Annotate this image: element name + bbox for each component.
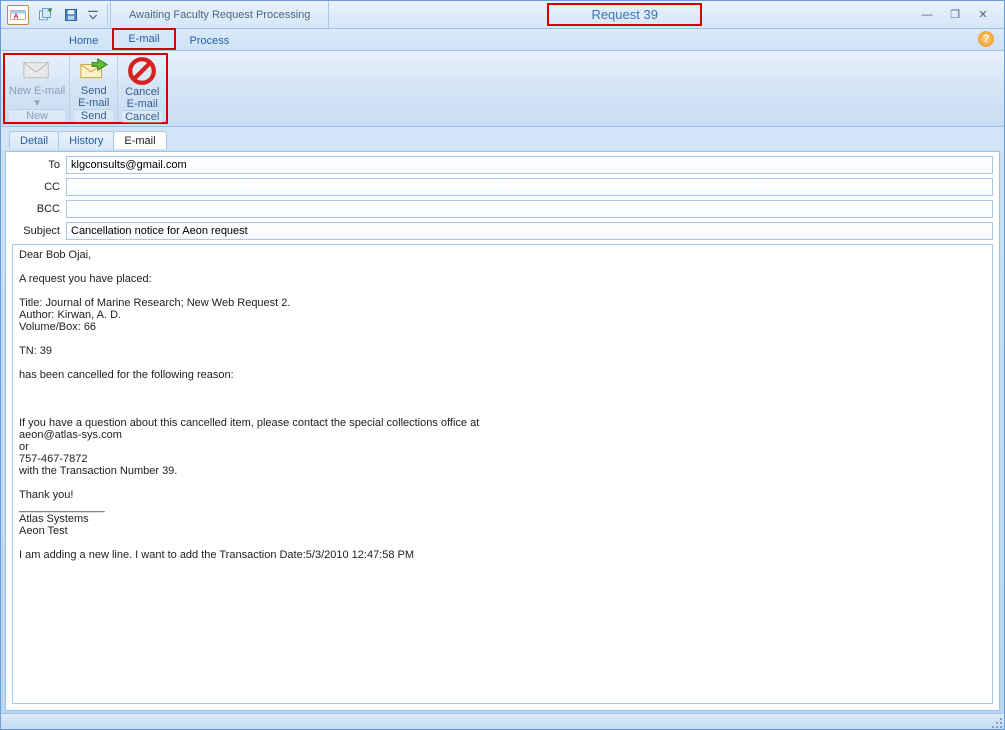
- clone-icon: [37, 7, 53, 23]
- row-to: To: [12, 156, 993, 174]
- quick-access-toolbar: A: [1, 5, 105, 25]
- app-window: A: [0, 0, 1005, 730]
- window-title: Request 39: [547, 3, 702, 26]
- window-title-area: Request 39: [329, 3, 920, 26]
- email-body[interactable]: Dear Bob Ojai, A request you have placed…: [12, 244, 993, 704]
- qat-dropdown-button[interactable]: [87, 5, 99, 25]
- tab-history[interactable]: History: [58, 131, 114, 149]
- help-button[interactable]: ?: [978, 31, 994, 47]
- new-email-icon: [22, 57, 52, 84]
- ribbon-send-label1: Send: [81, 85, 107, 97]
- ribbon-tabs: Home E-mail Process ?: [1, 29, 1004, 51]
- input-subject[interactable]: [66, 222, 993, 240]
- cancel-email-icon: [127, 57, 157, 85]
- label-cc: CC: [12, 181, 66, 193]
- minimize-button[interactable]: —: [920, 9, 934, 21]
- input-bcc[interactable]: [66, 200, 993, 218]
- titlebar: A: [1, 1, 1004, 29]
- ribbon-tab-email[interactable]: E-mail: [112, 28, 175, 50]
- ribbon-cancel-label1: Cancel: [125, 86, 159, 98]
- ribbon-new-email-label: New E-mail: [9, 85, 65, 97]
- tab-detail[interactable]: Detail: [9, 131, 59, 149]
- app-menu-button[interactable]: A: [7, 5, 29, 25]
- close-button[interactable]: ✕: [976, 8, 990, 21]
- ribbon-new-email[interactable]: New E-mail ▾ New: [5, 55, 70, 122]
- input-to[interactable]: [66, 156, 993, 174]
- ribbon-category-send: Send: [74, 109, 113, 122]
- window-controls: — ❐ ✕: [920, 8, 1004, 21]
- label-to: To: [12, 159, 66, 171]
- ribbon-cancel-email[interactable]: Cancel E-mail Cancel: [118, 55, 166, 122]
- ribbon-send-label2: E-mail: [78, 97, 109, 109]
- ribbon-send-email[interactable]: Send E-mail Send: [70, 55, 118, 122]
- clone-button[interactable]: [35, 5, 55, 25]
- chevron-down-icon: [87, 7, 99, 23]
- save-button[interactable]: [61, 5, 81, 25]
- ribbon-new-email-dropdown[interactable]: ▾: [34, 97, 40, 109]
- separator: [107, 4, 108, 26]
- tab-email[interactable]: E-mail: [113, 131, 166, 149]
- row-bcc: BCC: [12, 200, 993, 218]
- label-subject: Subject: [12, 225, 66, 237]
- svg-text:A: A: [13, 11, 19, 20]
- input-cc[interactable]: [66, 178, 993, 196]
- ribbon-cancel-label2: E-mail: [127, 98, 158, 110]
- row-subject: Subject: [12, 222, 993, 240]
- sub-tabs: Detail History E-mail: [1, 127, 1004, 149]
- send-email-icon: [79, 57, 109, 84]
- status-text: Awaiting Faculty Request Processing: [110, 1, 329, 28]
- ribbon-body: New E-mail ▾ New Send E-mail Send: [1, 51, 1004, 127]
- email-pane: To CC BCC Subject Dear Bob Ojai, A reque…: [5, 151, 1000, 711]
- ribbon-highlight-box: New E-mail ▾ New Send E-mail Send: [3, 53, 168, 124]
- ribbon-category-new: New: [9, 109, 65, 122]
- app-logo-icon: A: [10, 8, 26, 22]
- ribbon-category-cancel: Cancel: [122, 110, 162, 123]
- resize-grip[interactable]: [990, 716, 1002, 728]
- row-cc: CC: [12, 178, 993, 196]
- ribbon-tab-home[interactable]: Home: [55, 32, 112, 50]
- save-icon: [63, 7, 79, 23]
- status-bar: [1, 713, 1004, 729]
- label-bcc: BCC: [12, 203, 66, 215]
- ribbon-tab-process[interactable]: Process: [176, 32, 244, 50]
- restore-button[interactable]: ❐: [948, 8, 962, 21]
